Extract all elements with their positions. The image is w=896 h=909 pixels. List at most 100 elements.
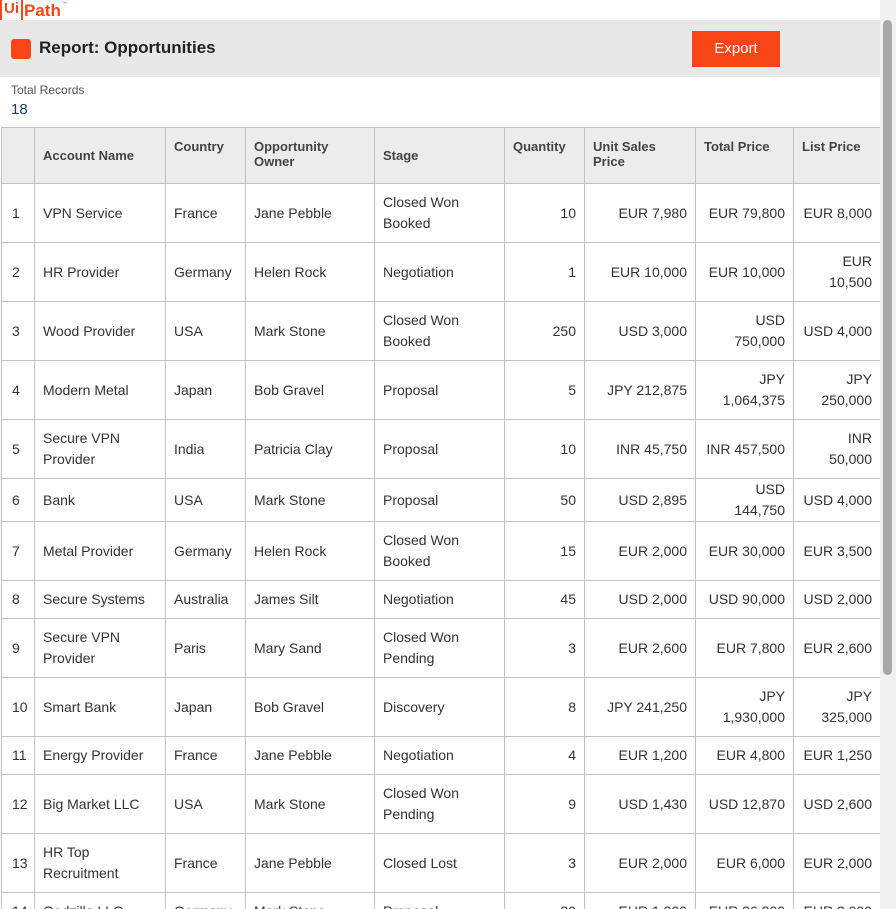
report-table-container: Account Name Country Opportunity Owner S… [1,127,880,909]
cell-total-price: JPY 1,930,000 [695,677,794,737]
cell-list-price: EUR 8,000 [793,183,880,243]
cell-stage: Closed Won Booked [374,301,505,361]
total-records-value: 18 [11,101,28,118]
cell-quantity: 45 [504,580,585,619]
cell-index: 10 [1,677,35,737]
cell-stage: Proposal [374,892,505,909]
cell-unit-sales-price: USD 2,895 [584,478,696,522]
cell-quantity: 3 [504,833,585,893]
cell-account-name: Big Market LLC [34,774,166,834]
cell-index: 13 [1,833,35,893]
cell-unit-sales-price: INR 45,750 [584,419,696,479]
table-row: 10 Smart Bank Japan Bob Gravel Discovery 8 JPY… [1,677,880,737]
cell-total-price: EUR 7,800 [695,618,794,678]
column-header-opportunity-owner: Opportunity Owner [245,127,375,184]
report-table: Account Name Country Opportunity Owner S… [1,127,880,909]
table-row: 9 Secure VPN Provider Paris Mary Sand Closed… [1,618,880,678]
cell-opportunity-owner: Mark Stone [245,892,375,909]
cell-list-price: EUR 2,600 [793,618,880,678]
scrollbar-thumb[interactable] [883,20,892,675]
cell-account-name: Energy Provider [34,736,166,775]
cell-opportunity-owner: Mark Stone [245,774,375,834]
report-icon [11,39,31,59]
cell-quantity: 10 [504,419,585,479]
cell-quantity: 20 [504,892,585,909]
cell-country: USA [165,774,246,834]
cell-account-name: Smart Bank [34,677,166,737]
cell-total-price: EUR 79,800 [695,183,794,243]
cell-unit-sales-price: JPY 212,875 [584,360,696,420]
logo-bar: Ui Path ™ [0,0,880,22]
cell-country: France [165,833,246,893]
cell-index: 14 [1,892,35,909]
cell-quantity: 15 [504,521,585,581]
cell-country: USA [165,478,246,522]
cell-total-price: USD 144,750 [695,478,794,522]
cell-index: 1 [1,183,35,243]
cell-stage: Proposal [374,419,505,479]
cell-country: Japan [165,360,246,420]
cell-unit-sales-price: USD 3,000 [584,301,696,361]
cell-total-price: EUR 26,000 [695,892,794,909]
cell-account-name: HR Top Recruitment [34,833,166,893]
cell-opportunity-owner: Jane Pebble [245,833,375,893]
cell-country: France [165,736,246,775]
cell-opportunity-owner: Mark Stone [245,478,375,522]
table-row: 12 Big Market LLC USA Mark Stone Closed Won … [1,774,880,834]
cell-account-name: VPN Service [34,183,166,243]
cell-account-name: HR Provider [34,242,166,302]
cell-quantity: 50 [504,478,585,522]
cell-unit-sales-price: EUR 2,000 [584,833,696,893]
cell-account-name: Godzilla LLC [34,892,166,909]
cell-list-price: EUR 3,500 [793,521,880,581]
cell-list-price: JPY 250,000 [793,360,880,420]
cell-list-price: USD 4,000 [793,301,880,361]
table-row: 7 Metal Provider Germany Helen Rock Closed W… [1,521,880,581]
table-row: 3 Wood Provider USA Mark Stone Closed Won Bo… [1,301,880,361]
cell-account-name: Secure Systems [34,580,166,619]
vertical-scrollbar[interactable] [880,0,896,909]
cell-country: Germany [165,892,246,909]
cell-unit-sales-price: EUR 2,000 [584,521,696,581]
table-row: 5 Secure VPN Provider India Patricia Clay Pr… [1,419,880,479]
cell-total-price: INR 457,500 [695,419,794,479]
cell-unit-sales-price: USD 1,430 [584,774,696,834]
cell-quantity: 8 [504,677,585,737]
cell-quantity: 3 [504,618,585,678]
column-header-country: Country [165,127,246,184]
cell-stage: Negotiation [374,242,505,302]
cell-list-price: USD 2,600 [793,774,880,834]
cell-stage: Closed Won Booked [374,183,505,243]
cell-total-price: EUR 4,800 [695,736,794,775]
cell-stage: Proposal [374,360,505,420]
cell-opportunity-owner: Jane Pebble [245,183,375,243]
report-header: Report: Opportunities Export [0,20,880,77]
cell-opportunity-owner: Helen Rock [245,521,375,581]
cell-total-price: EUR 6,000 [695,833,794,893]
cell-opportunity-owner: Patricia Clay [245,419,375,479]
cell-index: 4 [1,360,35,420]
cell-unit-sales-price: EUR 2,600 [584,618,696,678]
cell-list-price: EUR 10,500 [793,242,880,302]
cell-total-price: EUR 10,000 [695,242,794,302]
cell-list-price: JPY 325,000 [793,677,880,737]
uipath-logo: Ui Path ™ [0,0,67,22]
cell-unit-sales-price: JPY 241,250 [584,677,696,737]
cell-country: Germany [165,521,246,581]
cell-account-name: Wood Provider [34,301,166,361]
cell-account-name: Bank [34,478,166,522]
table-row: 1 VPN Service France Jane Pebble Closed Won … [1,183,880,243]
cell-country: India [165,419,246,479]
cell-list-price: USD 2,000 [793,580,880,619]
cell-index: 11 [1,736,35,775]
cell-stage: Closed Won Pending [374,618,505,678]
cell-unit-sales-price: EUR 1,300 [584,892,696,909]
cell-index: 8 [1,580,35,619]
table-row: 2 HR Provider Germany Helen Rock Negotiation… [1,242,880,302]
cell-total-price: USD 750,000 [695,301,794,361]
cell-account-name: Metal Provider [34,521,166,581]
export-button[interactable]: Export [692,31,780,67]
cell-list-price: EUR 1,250 [793,736,880,775]
cell-stage: Closed Lost [374,833,505,893]
cell-opportunity-owner: Mary Sand [245,618,375,678]
